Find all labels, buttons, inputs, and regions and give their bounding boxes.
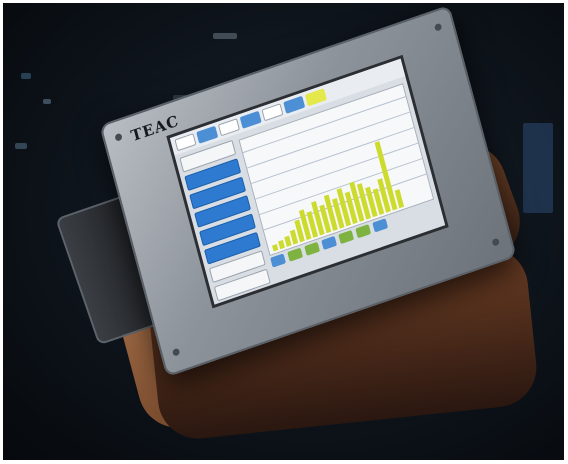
screw xyxy=(114,132,123,142)
screen-tab[interactable] xyxy=(217,118,240,137)
screen-pad[interactable] xyxy=(355,224,372,239)
background-light xyxy=(213,33,237,39)
screen-tab[interactable] xyxy=(261,103,284,122)
background-light xyxy=(523,123,553,213)
background-light xyxy=(21,73,31,79)
meter-bar xyxy=(278,239,285,250)
touch-screen[interactable] xyxy=(166,54,449,309)
background-light xyxy=(15,143,27,149)
screen-pad[interactable] xyxy=(321,235,338,251)
meter-bar xyxy=(272,244,279,252)
screw xyxy=(171,347,181,357)
screen-pad[interactable] xyxy=(287,247,304,262)
screw xyxy=(491,237,500,247)
screen-tab[interactable] xyxy=(239,110,262,129)
screw xyxy=(433,22,443,32)
screen-pad[interactable] xyxy=(270,253,287,268)
screen-pad[interactable] xyxy=(338,229,355,245)
screen-pad[interactable] xyxy=(304,241,321,256)
screen-pad[interactable] xyxy=(372,218,389,233)
screen-tab[interactable] xyxy=(196,125,219,144)
screen-tab[interactable] xyxy=(174,133,197,152)
screen-tab[interactable] xyxy=(304,88,327,107)
screen-tab[interactable] xyxy=(283,95,306,114)
meter-bar xyxy=(284,235,292,247)
background-light xyxy=(43,99,51,104)
photo-frame: TEAC xyxy=(3,3,564,460)
